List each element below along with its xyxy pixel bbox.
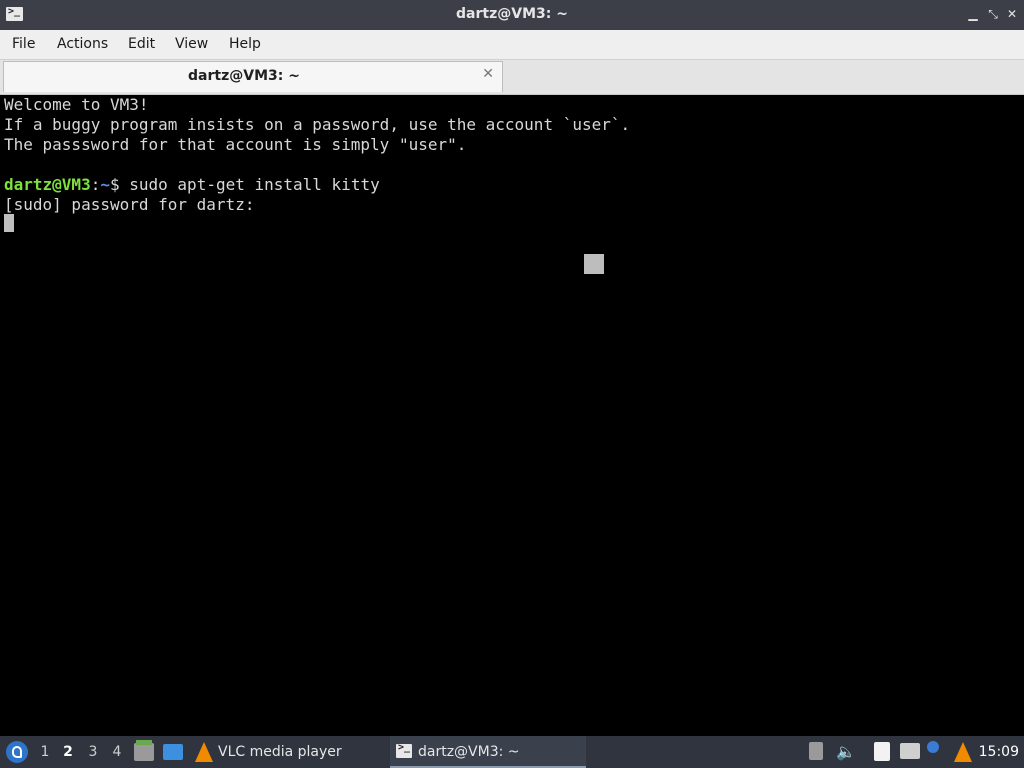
- prompt-separator: :: [90, 175, 101, 194]
- prompt-symbol: $: [109, 175, 120, 194]
- tab-close-icon[interactable]: ✕: [482, 66, 494, 82]
- terminal-line: Welcome to VM3!: [4, 95, 149, 114]
- terminal-cursor: [4, 214, 14, 232]
- menu-actions[interactable]: Actions: [57, 36, 108, 52]
- volume-icon[interactable]: 🔈: [836, 742, 856, 761]
- terminal-prompt-line: dartz@VM3:~$ sudo apt-get install kitty: [4, 175, 380, 195]
- terminal-line: The passsword for that account is simply…: [4, 135, 467, 154]
- prompt-command: sudo apt-get install kitty: [119, 175, 380, 194]
- tab-bar: dartz@VM3: ~ ✕: [0, 60, 1024, 95]
- terminal-line: If a buggy program insists on a password…: [4, 115, 631, 134]
- menu-edit[interactable]: Edit: [128, 36, 155, 52]
- close-icon[interactable]: ✕: [1005, 7, 1019, 21]
- tab-terminal[interactable]: dartz@VM3: ~ ✕: [3, 61, 503, 92]
- network-icon[interactable]: [900, 743, 920, 759]
- task-label: VLC media player: [218, 744, 342, 760]
- maximize-icon[interactable]: ⤡: [986, 7, 1000, 21]
- taskbar: 1 2 3 4 VLC media player >_ dartz@VM3: ~…: [0, 736, 1024, 768]
- terminal-icon: >_: [396, 742, 412, 758]
- workspace-4[interactable]: 4: [108, 744, 126, 760]
- mouse-pointer-block: [584, 254, 604, 274]
- notification-icon[interactable]: [927, 741, 939, 753]
- start-menu-icon[interactable]: [6, 741, 28, 763]
- file-manager-icon[interactable]: [134, 740, 154, 761]
- menu-bar: File Actions Edit View Help: [0, 30, 1024, 60]
- task-vlc-media-player[interactable]: VLC media player: [192, 736, 382, 768]
- prompt-path: ~: [100, 175, 110, 194]
- menu-help[interactable]: Help: [229, 36, 261, 52]
- clock[interactable]: 15:09: [979, 744, 1019, 760]
- menu-view[interactable]: View: [175, 36, 208, 52]
- task-terminal[interactable]: >_ dartz@VM3: ~: [390, 736, 586, 768]
- show-desktop-icon[interactable]: [163, 744, 183, 760]
- window-title: dartz@VM3: ~: [456, 6, 568, 22]
- terminal-sudo-line: [sudo] password for dartz:: [4, 195, 255, 214]
- terminal-area[interactable]: Welcome to VM3! If a buggy program insis…: [0, 95, 1024, 736]
- task-label: dartz@VM3: ~: [418, 744, 520, 760]
- vlc-icon: [195, 742, 213, 762]
- workspace-3[interactable]: 3: [84, 744, 102, 760]
- tab-label: dartz@VM3: ~: [188, 68, 300, 84]
- workspace-2[interactable]: 2: [59, 744, 77, 760]
- window-titlebar: >_ dartz@VM3: ~ ▁ ⤡ ✕: [0, 0, 1024, 30]
- vlc-tray-icon[interactable]: [954, 742, 972, 762]
- updates-icon[interactable]: [809, 742, 823, 760]
- prompt-user-host: dartz@VM3: [4, 175, 91, 194]
- clipboard-icon[interactable]: [874, 742, 890, 761]
- menu-file[interactable]: File: [12, 36, 35, 52]
- workspace-1[interactable]: 1: [36, 744, 54, 760]
- minimize-icon[interactable]: ▁: [966, 7, 980, 21]
